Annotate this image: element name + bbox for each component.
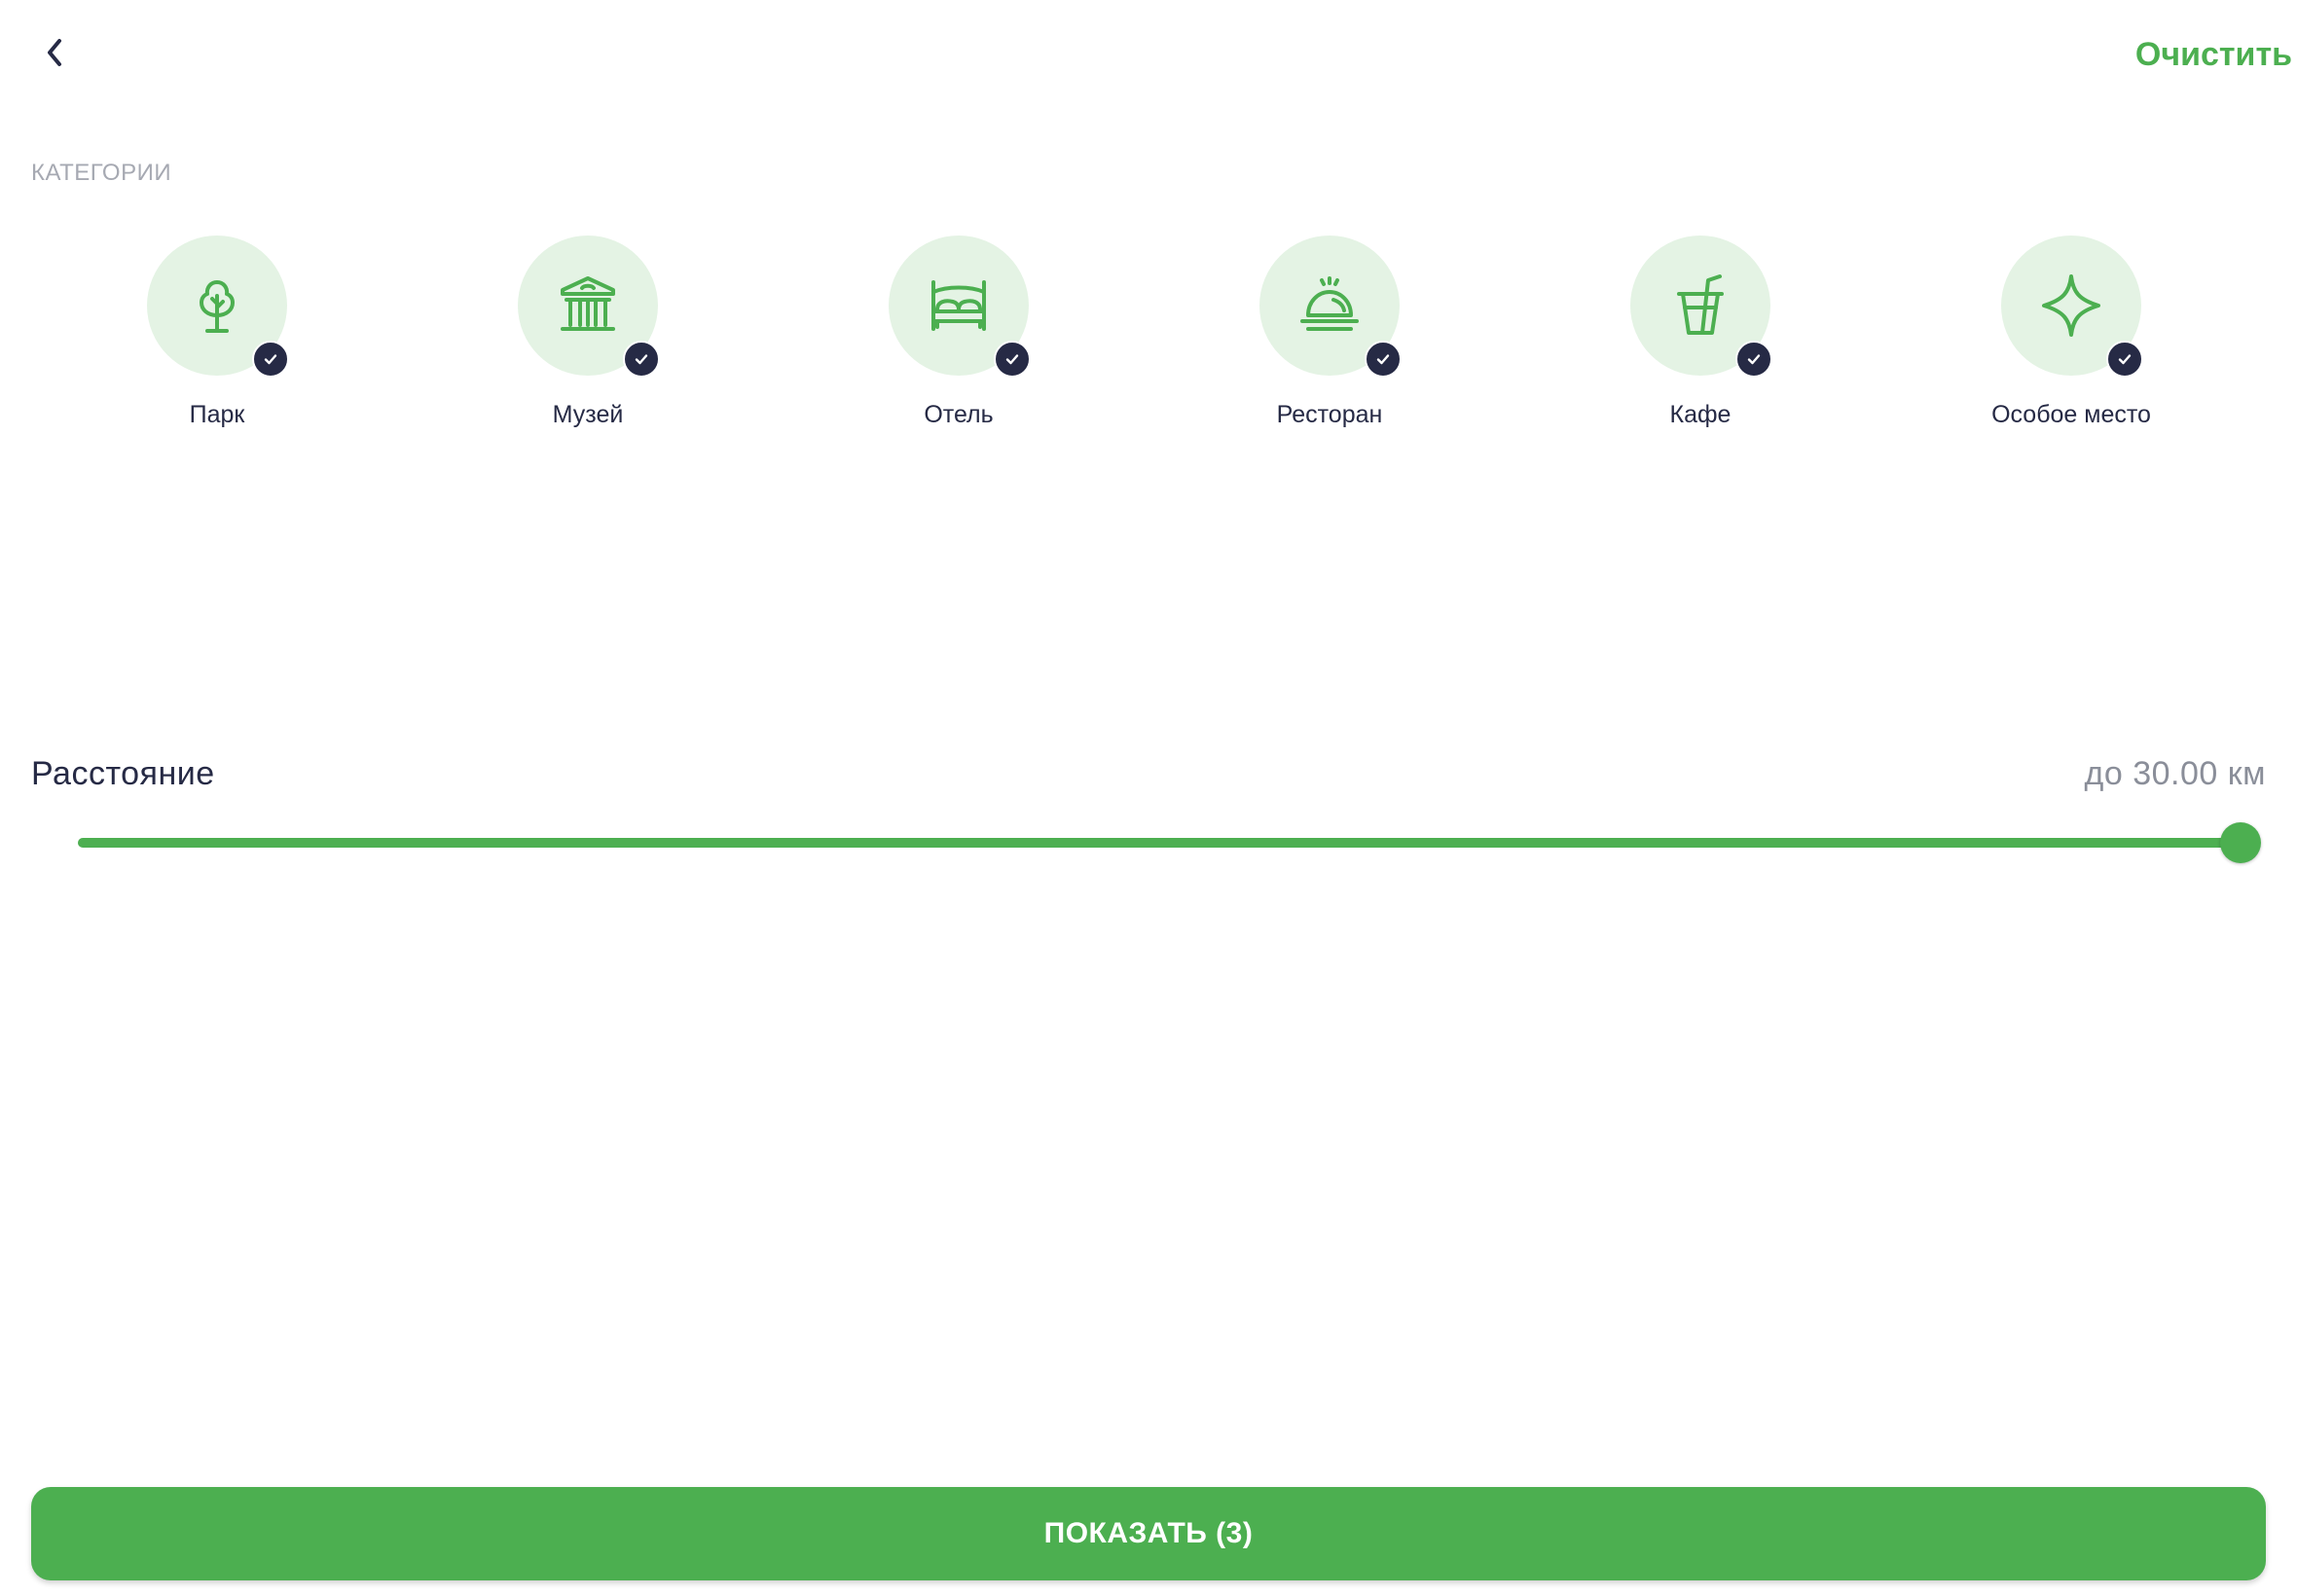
category-icon-circle <box>147 236 289 378</box>
check-badge <box>994 341 1031 378</box>
slider-thumb[interactable] <box>2220 822 2261 863</box>
check-badge <box>1735 341 1772 378</box>
check-badge <box>623 341 660 378</box>
sparkle-icon <box>2042 274 2100 337</box>
checkmark-icon <box>635 354 648 365</box>
category-label: Ресторан <box>1276 401 1383 428</box>
category-hotel[interactable]: Отель <box>813 236 1105 440</box>
category-icon-circle <box>2001 236 2143 378</box>
checkmark-icon <box>264 354 277 365</box>
museum-icon <box>561 276 615 331</box>
checkmark-icon <box>2118 354 2132 365</box>
category-park[interactable]: Парк <box>71 236 363 440</box>
category-label: Особое место <box>1991 401 2151 428</box>
category-label: Кафе <box>1669 401 1732 428</box>
check-badge <box>1365 341 1402 378</box>
distance-slider[interactable] <box>78 822 2261 863</box>
bed-icon <box>931 280 986 331</box>
tree-icon <box>200 280 235 333</box>
chevron-left-icon <box>48 39 61 66</box>
slider-fill <box>78 838 2241 848</box>
category-special-place[interactable]: Особое место <box>1925 236 2217 440</box>
filters-screen: Очистить КАТЕГОРИИ Парк Музей Отель Рест… <box>0 0 2297 1596</box>
category-label: Парк <box>189 401 245 428</box>
category-icon-circle <box>518 236 660 378</box>
checkmark-icon <box>1747 354 1761 365</box>
drink-cup-icon <box>1677 274 1724 335</box>
checkmark-icon <box>1005 354 1019 365</box>
category-label: Отель <box>924 401 994 428</box>
cloche-icon <box>1300 276 1359 331</box>
distance-value: до 30.00 км <box>2084 755 2266 792</box>
section-label-categories: КАТЕГОРИИ <box>31 160 172 186</box>
category-icon-circle <box>889 236 1031 378</box>
checkmark-icon <box>1376 354 1390 365</box>
category-restaurant[interactable]: Ресторан <box>1184 236 1476 440</box>
category-icon-circle <box>1259 236 1402 378</box>
category-list: Парк Музей Отель Ресторан Кафе Особое ме… <box>31 236 2266 440</box>
category-icon-circle <box>1630 236 1772 378</box>
category-cafe[interactable]: Кафе <box>1554 236 1846 440</box>
category-label: Музей <box>552 401 624 428</box>
clear-button[interactable]: Очистить <box>2135 33 2292 76</box>
distance-title: Расстояние <box>31 755 215 792</box>
back-button[interactable] <box>29 27 80 78</box>
category-museum[interactable]: Музей <box>442 236 734 440</box>
check-badge <box>2106 341 2143 378</box>
check-badge <box>252 341 289 378</box>
show-results-button[interactable]: ПОКАЗАТЬ (3) <box>31 1487 2266 1580</box>
